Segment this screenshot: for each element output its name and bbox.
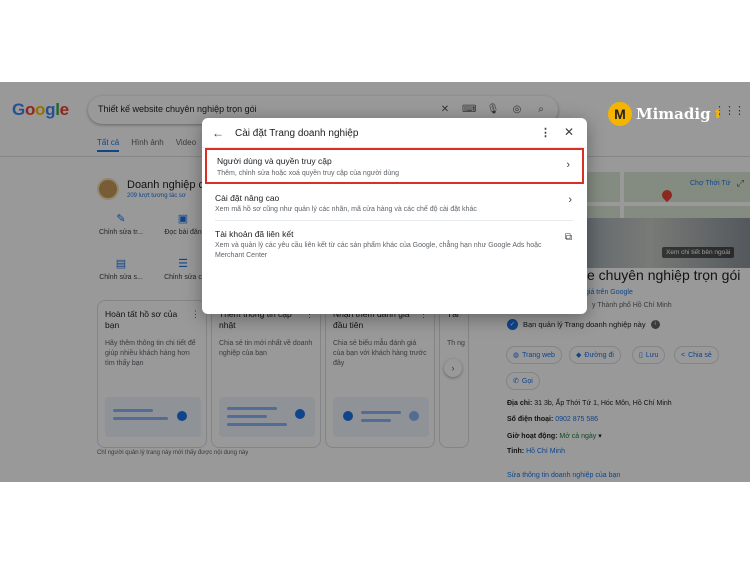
close-icon[interactable]: ✕: [564, 125, 574, 139]
row-linked-accounts[interactable]: Tài khoản đã liên kết Xem và quản lý các…: [205, 224, 584, 266]
logo-text: Mimadig: [636, 105, 711, 123]
open-external-icon: ⧉: [564, 232, 572, 243]
row-advanced-settings[interactable]: Cài đặt nâng cao Xem mã hồ sơ cũng như q…: [205, 188, 584, 218]
mimadig-logo: M Mimadig ⬆: [608, 102, 723, 126]
row-divider: [215, 220, 573, 221]
chevron-right-icon: ›: [566, 159, 570, 171]
settings-dialog: ← Cài đặt Trang doanh nghiệp ⋮ ✕ Người d…: [202, 118, 587, 314]
more-vert-icon[interactable]: ⋮: [540, 126, 551, 139]
page: Google Thiết kế website chuyên nghiệp tr…: [0, 0, 750, 563]
logo-mark: M: [608, 102, 632, 126]
dialog-title: Cài đặt Trang doanh nghiệp: [235, 128, 359, 139]
chevron-right-icon: ›: [568, 194, 572, 206]
back-arrow-icon[interactable]: ←: [212, 126, 224, 140]
row-users-access[interactable]: Người dùng và quyền truy cập Thêm, chỉnh…: [205, 148, 584, 184]
arrow-up-icon: ⬆: [712, 107, 723, 121]
